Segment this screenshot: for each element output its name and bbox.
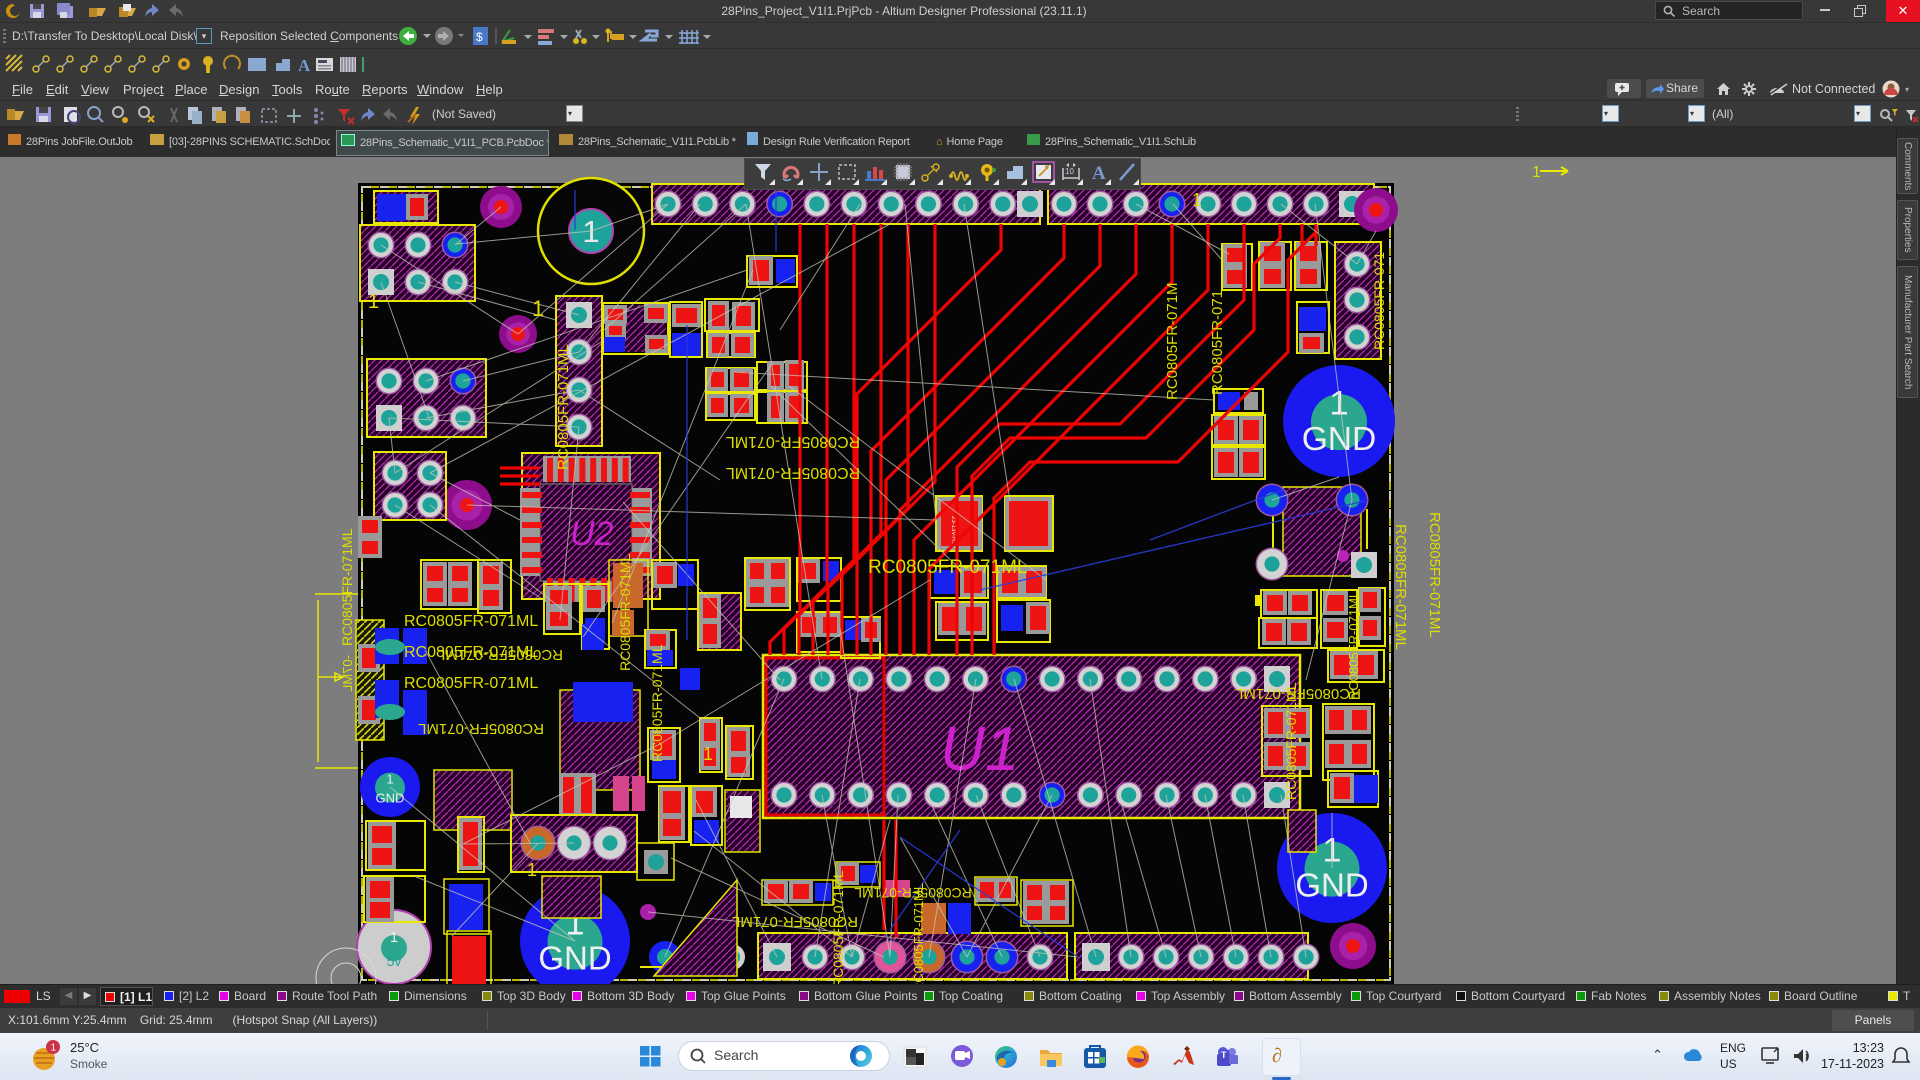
svg-text:GND: GND (538, 940, 611, 977)
svg-text:RC0805FR-071ML: RC0805FR-071ML (339, 528, 355, 646)
svg-text:RC0805FR-071ML: RC0805FR-071ML (726, 464, 860, 481)
svg-text:T: T (1221, 1050, 1227, 1060)
svg-text:1: 1 (532, 296, 544, 321)
svg-text:RC0805FR-071M: RC0805FR-071M (1164, 282, 1181, 400)
svg-text:1: 1 (390, 929, 398, 946)
svg-text:-07ML: -07ML (340, 655, 355, 692)
svg-text:RC0805FR-071ML: RC0805FR-071ML (1392, 524, 1409, 650)
svg-text:$: $ (476, 30, 483, 44)
svg-text:A: A (298, 56, 311, 75)
svg-text:1: 1 (1532, 164, 1541, 181)
svg-text:10: 10 (1065, 167, 1074, 176)
svg-text:RC0805FR-071ML: RC0805FR-071ML (404, 675, 538, 692)
svg-text:5v: 5v (387, 953, 402, 969)
svg-text:RC0805FR-071: RC0805FR-071 (1209, 290, 1226, 395)
svg-text:1: 1 (703, 744, 713, 764)
svg-text:A: A (1092, 163, 1106, 184)
svg-text:GND: GND (1295, 867, 1368, 904)
svg-text:U2: U2 (570, 515, 614, 553)
svg-text:GND: GND (376, 791, 405, 806)
svg-text:RC0805FR-071ML: RC0805FR-071ML (1283, 682, 1299, 800)
svg-text:RC0805FR-071ML: RC0805FR-071ML (418, 720, 544, 737)
svg-text:GND: GND (1302, 421, 1377, 458)
svg-text:RC0805FR-071ML: RC0805FR-071ML (555, 344, 572, 470)
svg-text:RC0805FR-071ML: RC0805FR-071ML (868, 557, 1027, 578)
svg-text:RC0805FR-071ML: RC0805FR-071ML (404, 613, 538, 630)
svg-text:RC0805FR-071ML: RC0805FR-071ML (830, 870, 846, 984)
svg-text:RC0805FR-071ML: RC0805FR-071ML (726, 433, 860, 450)
svg-text:RC0805FR-071ML: RC0805FR-071ML (1426, 512, 1443, 638)
svg-text:RC0805FR-071ML: RC0805FR-071ML (911, 883, 926, 984)
svg-text:RC0805FR-071ML: RC0805FR-071ML (1346, 591, 1361, 700)
svg-text:1: 1 (51, 1043, 57, 1054)
svg-text:1: 1 (1192, 190, 1202, 210)
svg-text:1: 1 (1329, 384, 1348, 422)
svg-text:1: 1 (386, 771, 393, 786)
svg-text:1: 1 (368, 291, 379, 313)
svg-text:∂: ∂ (1272, 1045, 1282, 1067)
svg-text:RC0805FR-071: RC0805FR-071 (1371, 252, 1387, 350)
svg-text:U1: U1 (940, 715, 1019, 784)
svg-text:RC0805FR-071ML: RC0805FR-071ML (649, 644, 665, 762)
svg-text:RC0805FR-071ML: RC0805FR-071ML (617, 553, 633, 671)
svg-text:RC0805FR-071ML: RC0805FR-071ML (437, 646, 563, 663)
svg-text:1: 1 (527, 860, 537, 880)
